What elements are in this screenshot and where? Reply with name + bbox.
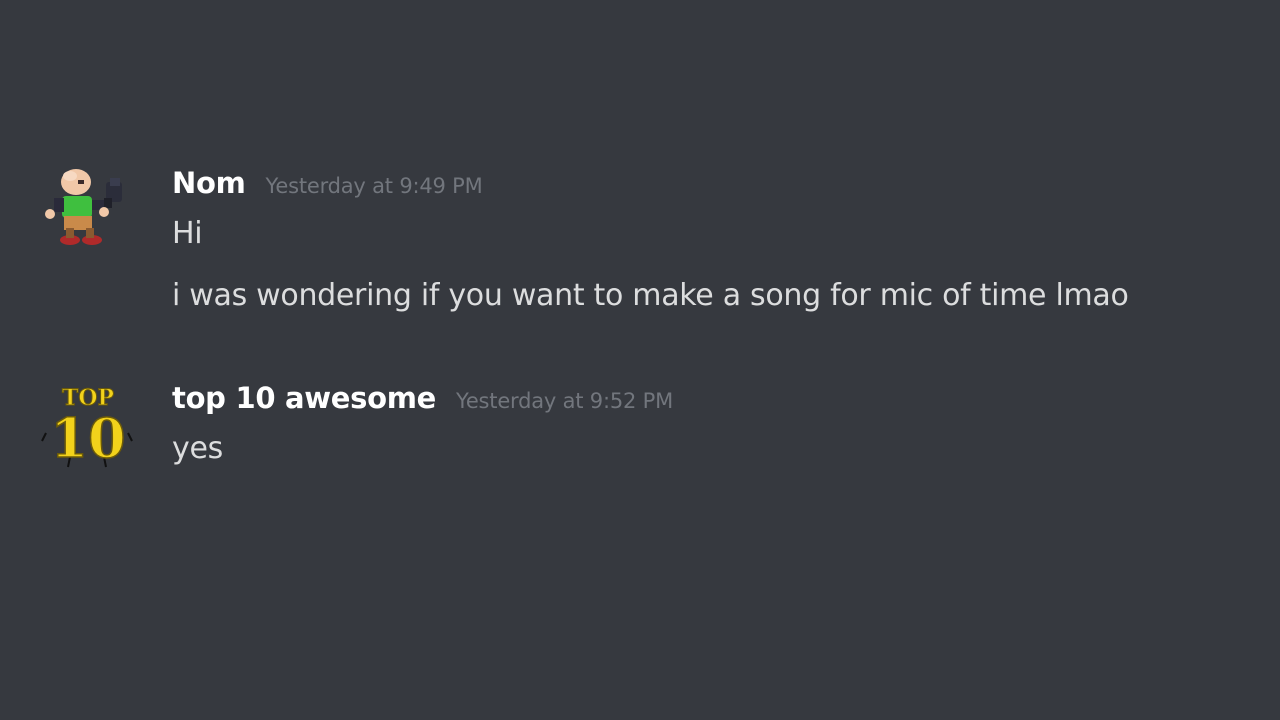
message-text: yes xyxy=(172,431,223,466)
message-text: Hi xyxy=(172,216,203,251)
chat-messages: Nom Yesterday at 9:49 PM Hi i was wonder… xyxy=(0,0,1280,720)
message-header: top 10 awesome Yesterday at 9:52 PM xyxy=(172,381,673,415)
top-10-logo-avatar-icon[interactable]: TOP 10 xyxy=(40,375,136,471)
username[interactable]: top 10 awesome xyxy=(172,381,436,415)
username[interactable]: Nom xyxy=(172,166,246,200)
message-header: Nom Yesterday at 9:49 PM xyxy=(172,166,483,200)
pixel-character-avatar-icon[interactable] xyxy=(40,160,136,256)
message-text: i was wondering if you want to make a so… xyxy=(172,278,1129,313)
timestamp[interactable]: Yesterday at 9:49 PM xyxy=(266,174,483,198)
timestamp[interactable]: Yesterday at 9:52 PM xyxy=(456,389,673,413)
logo-number-text: 10 xyxy=(50,406,125,470)
